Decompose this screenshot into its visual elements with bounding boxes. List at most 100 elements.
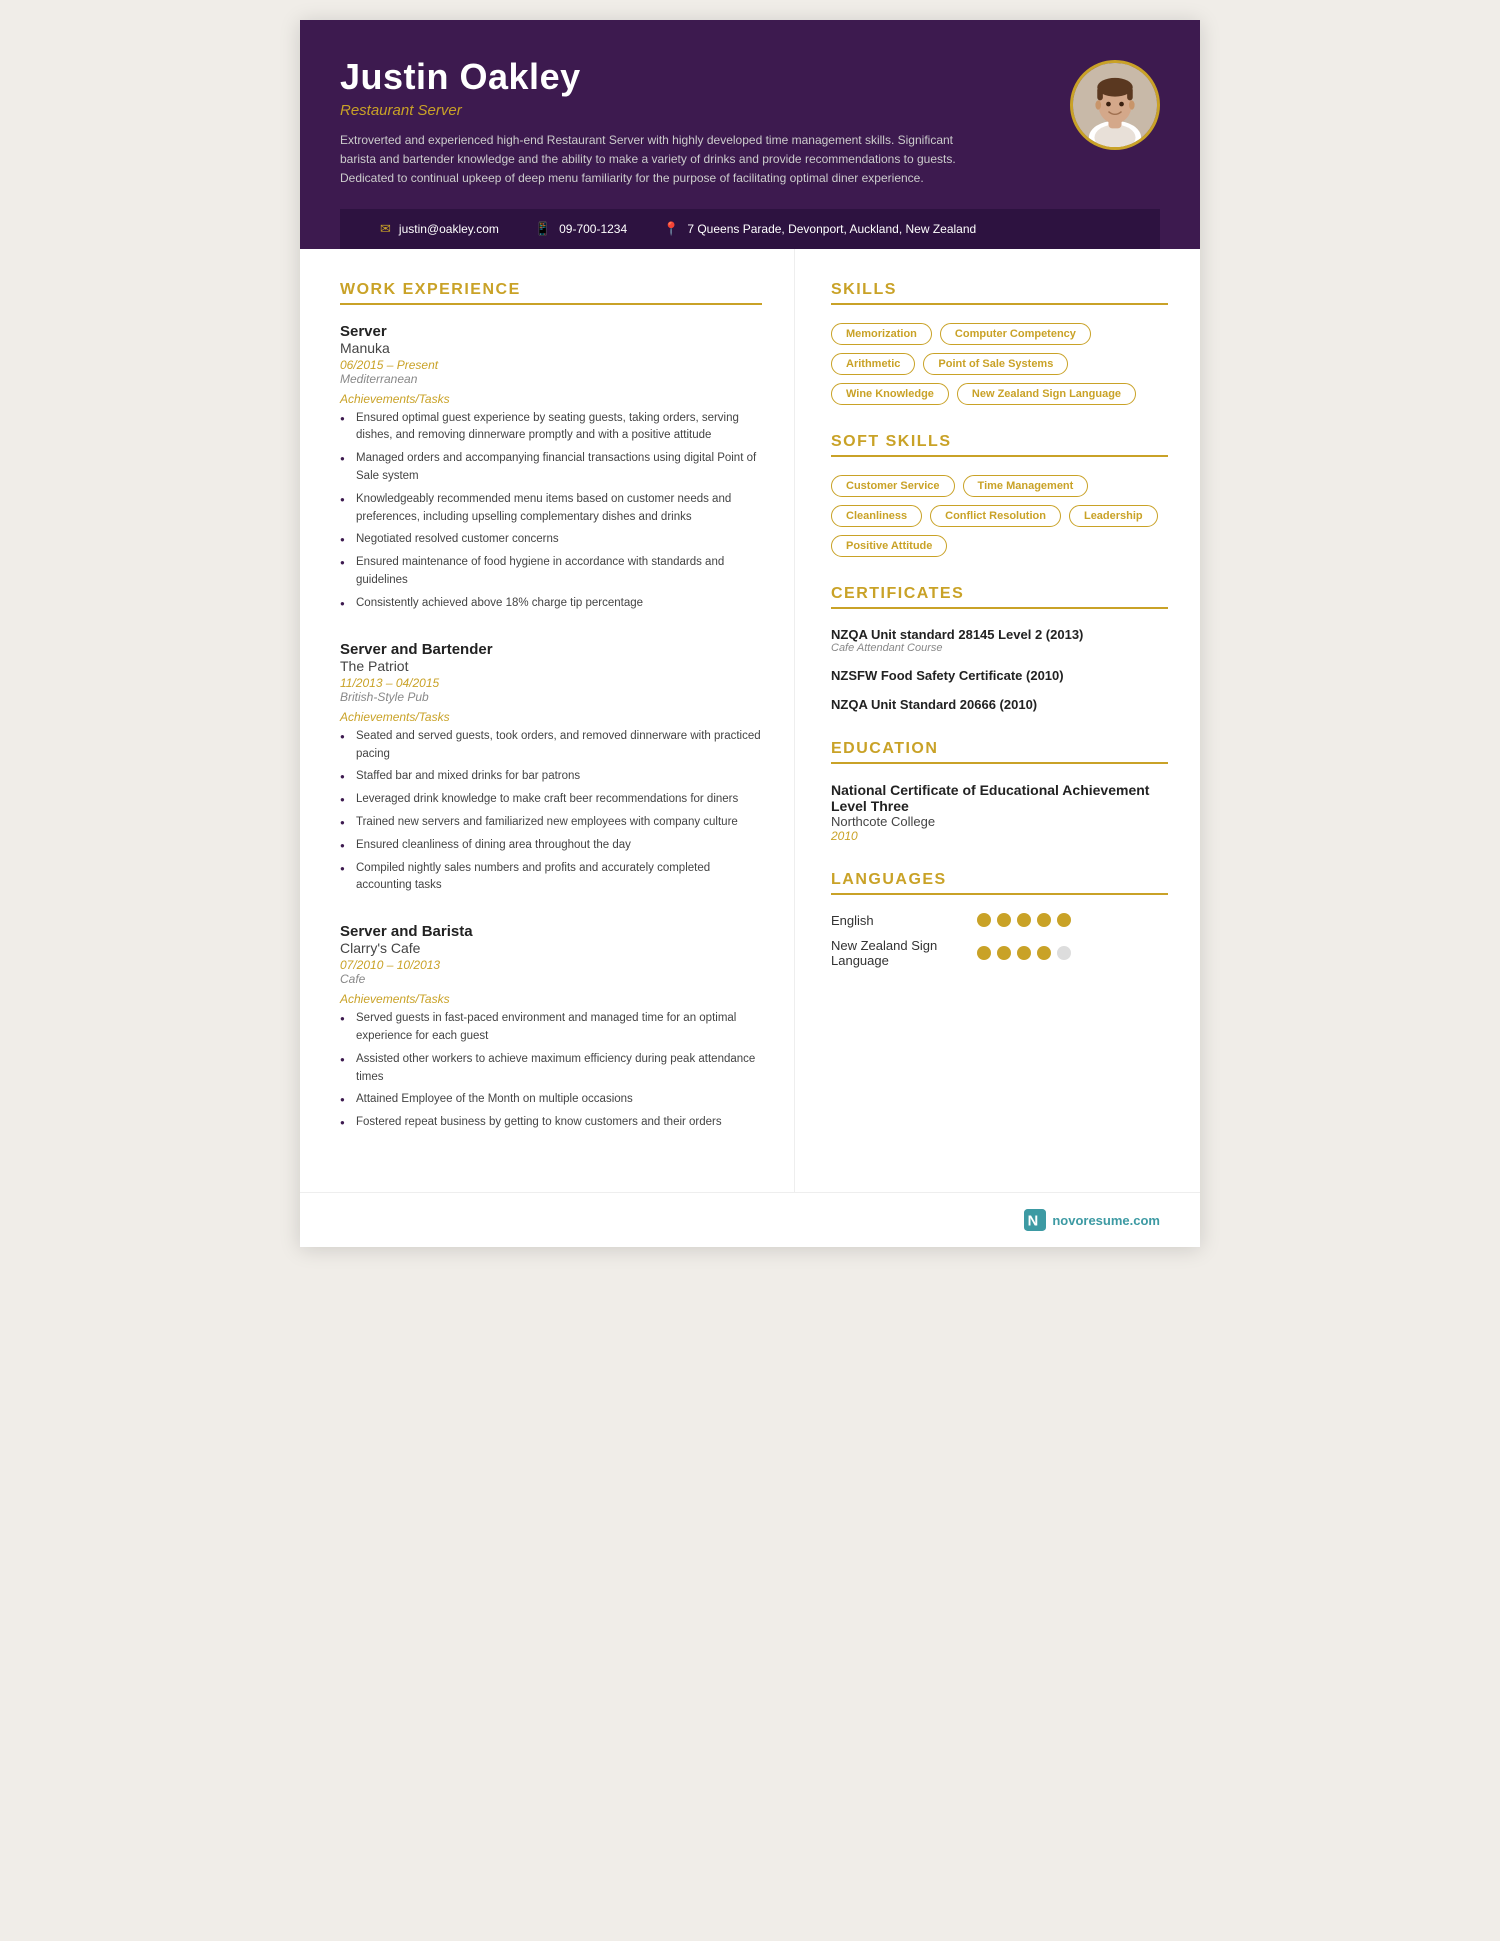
education-content: National Certificate of Educational Achi… [831,782,1168,843]
job-company: Manuka [340,340,762,356]
certificates-section: CERTIFICATES NZQA Unit standard 28145 Le… [831,585,1168,712]
skill-tag: Arithmetic [831,353,915,375]
bullet-item: Ensured optimal guest experience by seat… [340,410,762,446]
language-dot [1037,946,1051,960]
edu-year: 2010 [831,829,1168,843]
soft-skill-tag: Customer Service [831,475,955,497]
certs-container: NZQA Unit standard 28145 Level 2 (2013) … [831,627,1168,712]
jobs-container: Server Manuka 06/2015 – Present Mediterr… [340,323,762,1133]
skill-tag: Point of Sale Systems [923,353,1068,375]
left-column: WORK EXPERIENCE Server Manuka 06/2015 – … [300,249,795,1193]
bullet-item: Attained Employee of the Month on multip… [340,1091,762,1109]
job-type: British-Style Pub [340,690,762,704]
language-item: New Zealand Sign Language [831,938,1168,968]
languages-container: English New Zealand Sign Language [831,913,1168,968]
email-value: justin@oakley.com [399,222,499,236]
job-bullets: Served guests in fast-paced environment … [340,1010,762,1132]
language-dot [1037,913,1051,927]
achievements-label: Achievements/Tasks [340,710,762,724]
bullet-item: Ensured maintenance of food hygiene in a… [340,554,762,590]
header-section: Justin Oakley Restaurant Server Extrover… [300,20,1200,249]
soft-skill-tag: Cleanliness [831,505,922,527]
bullet-item: Served guests in fast-paced environment … [340,1010,762,1046]
job-title: Server and Barista [340,923,762,940]
job-bullets: Ensured optimal guest experience by seat… [340,410,762,613]
cert-item: NZQA Unit standard 28145 Level 2 (2013) … [831,627,1168,654]
language-name: English [831,913,961,928]
job-item: Server and Barista Clarry's Cafe 07/2010… [340,923,762,1132]
candidate-name: Justin Oakley [340,56,960,98]
job-type: Mediterranean [340,372,762,386]
brand: N novoresume.com [1024,1209,1160,1231]
cert-item: NZQA Unit Standard 20666 (2010) [831,697,1168,712]
skills-section: SKILLS Memorization Computer Competency Ar… [831,281,1168,405]
cert-item: NZSFW Food Safety Certificate (2010) [831,668,1168,683]
language-dots [977,946,1071,960]
job-item: Server and Bartender The Patriot 11/2013… [340,641,762,896]
novoresume-logo: N [1024,1209,1046,1231]
education-section: EDUCATION National Certificate of Educat… [831,740,1168,843]
language-dot [1057,946,1071,960]
job-title: Server and Bartender [340,641,762,658]
achievements-label: Achievements/Tasks [340,392,762,406]
cert-name: NZQA Unit Standard 20666 (2010) [831,697,1168,712]
job-item: Server Manuka 06/2015 – Present Mediterr… [340,323,762,613]
address-value: 7 Queens Parade, Devonport, Auckland, Ne… [687,222,976,236]
cert-sub: Cafe Attendant Course [831,642,1168,654]
language-item: English [831,913,1168,928]
language-dot [1017,946,1031,960]
job-dates: 06/2015 – Present [340,358,762,372]
resume-document: Justin Oakley Restaurant Server Extrover… [300,20,1200,1247]
bullet-item: Ensured cleanliness of dining area throu… [340,837,762,855]
language-dot [997,946,1011,960]
bullet-item: Trained new servers and familiarized new… [340,814,762,832]
footer: N novoresume.com [300,1192,1200,1247]
language-dots [977,913,1071,927]
svg-text:N: N [1028,1214,1039,1230]
candidate-title: Restaurant Server [340,102,960,119]
language-dot [977,913,991,927]
soft-skill-tag: Conflict Resolution [930,505,1061,527]
bullet-item: Knowledgeably recommended menu items bas… [340,491,762,527]
bullet-item: Consistently achieved above 18% charge t… [340,595,762,613]
soft-skills-section: SOFT SKILLS Customer ServiceTime Managem… [831,433,1168,557]
work-experience-title: WORK EXPERIENCE [340,281,762,305]
bullet-item: Assisted other workers to achieve maximu… [340,1051,762,1087]
soft-skills-tags: Customer ServiceTime ManagementCleanline… [831,475,1168,557]
job-bullets: Seated and served guests, took orders, a… [340,728,762,896]
language-dot [1017,913,1031,927]
bullet-item: Managed orders and accompanying financia… [340,450,762,486]
skill-tag: Computer Competency [940,323,1091,345]
edu-school: Northcote College [831,814,1168,829]
brand-text: novoresume.com [1052,1213,1160,1228]
email-contact: ✉ justin@oakley.com [380,221,499,237]
cert-name: NZSFW Food Safety Certificate (2010) [831,668,1168,683]
job-company: The Patriot [340,658,762,674]
languages-title: LANGUAGES [831,871,1168,895]
address-contact: 📍 7 Queens Parade, Devonport, Auckland, … [663,221,976,237]
phone-icon: 📱 [535,221,551,237]
skill-tag: Memorization [831,323,932,345]
phone-value: 09-700-1234 [559,222,627,236]
languages-section: LANGUAGES English New Zealand Sign Langua… [831,871,1168,968]
skills-title: SKILLS [831,281,1168,305]
job-dates: 07/2010 – 10/2013 [340,958,762,972]
phone-contact: 📱 09-700-1234 [535,221,627,237]
job-dates: 11/2013 – 04/2015 [340,676,762,690]
header-text: Justin Oakley Restaurant Server Extrover… [340,56,960,189]
education-title: EDUCATION [831,740,1168,764]
job-type: Cafe [340,972,762,986]
language-dot [1057,913,1071,927]
bullet-item: Seated and served guests, took orders, a… [340,728,762,764]
bullet-item: Compiled nightly sales numbers and profi… [340,860,762,896]
contact-bar: ✉ justin@oakley.com 📱 09-700-1234 📍 7 Qu… [340,209,1160,249]
soft-skill-tag: Leadership [1069,505,1158,527]
right-column: SKILLS Memorization Computer Competency Ar… [795,249,1200,1193]
language-dot [977,946,991,960]
certificates-title: CERTIFICATES [831,585,1168,609]
bullet-item: Negotiated resolved customer concerns [340,531,762,549]
edu-degree: National Certificate of Educational Achi… [831,782,1168,814]
avatar [1070,60,1160,150]
candidate-summary: Extroverted and experienced high-end Res… [340,131,960,189]
bullet-item: Fostered repeat business by getting to k… [340,1114,762,1132]
